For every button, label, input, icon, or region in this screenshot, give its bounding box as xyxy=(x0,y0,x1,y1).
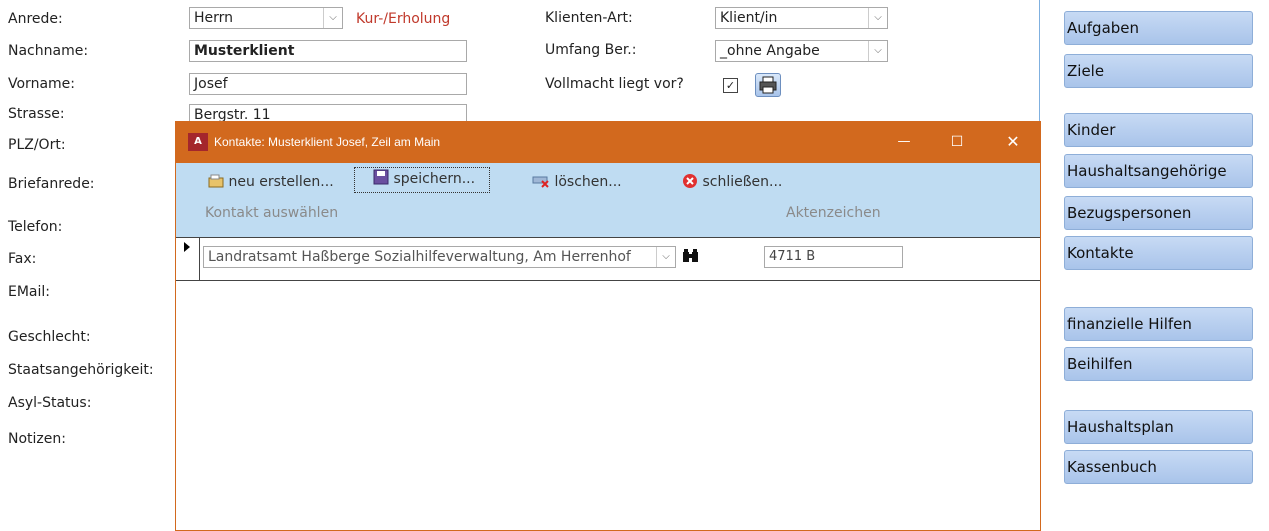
nav-haushaltsangehoerige-button[interactable]: Haushaltsangehörige xyxy=(1064,154,1253,188)
nav-finanzielle-hilfen-button[interactable]: finanzielle Hilfen xyxy=(1064,307,1253,341)
chevron-down-icon[interactable]: ⌵ xyxy=(868,8,887,28)
label-nachname: Nachname: xyxy=(8,43,89,59)
klienten-art-value: Klient/in xyxy=(720,10,778,26)
label-plz-ort: PLZ/Ort: xyxy=(8,137,66,153)
neu-erstellen-label: neu erstellen... xyxy=(228,174,334,190)
label-staatsangehoerigkeit: Staatsangehörigkeit: xyxy=(8,362,154,378)
chevron-down-icon[interactable]: ⌵ xyxy=(868,41,887,61)
minimize-button[interactable]: — xyxy=(892,130,916,154)
nachname-field[interactable]: Musterklient xyxy=(189,40,467,62)
klienten-art-select[interactable]: Klient/in ⌵ xyxy=(715,7,888,29)
strasse-field[interactable]: Bergstr. 11 xyxy=(189,104,467,122)
close-button[interactable]: ✕ xyxy=(1001,130,1025,154)
schliessen-label: schließen... xyxy=(702,174,783,190)
label-anrede: Anrede: xyxy=(8,11,63,27)
kur-erholung-link[interactable]: Kur-/Erholung xyxy=(356,11,450,27)
label-geschlecht: Geschlecht: xyxy=(8,329,91,345)
neu-erstellen-button[interactable]: neu erstellen... xyxy=(208,171,334,193)
dialog-toolbar: neu erstellen... speichern... löschen...… xyxy=(176,163,1040,237)
record-selector[interactable] xyxy=(176,238,200,280)
speichern-label: speichern... xyxy=(393,171,476,187)
dialog-title: Kontakte: Musterklient Josef, Zeil am Ma… xyxy=(214,135,441,149)
speichern-button[interactable]: speichern... xyxy=(354,167,491,193)
nav-kontakte-button[interactable]: Kontakte xyxy=(1064,236,1253,270)
header-kontakt: Kontakt auswählen xyxy=(205,205,339,221)
vorname-field[interactable]: Josef xyxy=(189,73,467,95)
print-button[interactable] xyxy=(755,73,781,97)
label-notizen: Notizen: xyxy=(8,431,66,447)
label-briefanrede: Briefanrede: xyxy=(8,176,95,192)
printer-icon xyxy=(759,76,777,94)
umfang-ber-value: _ohne Angabe xyxy=(720,43,820,59)
table-row: Landratsamt Haßberge Sozialhilfeverwaltu… xyxy=(176,237,1040,281)
loeschen-button[interactable]: löschen... xyxy=(532,171,622,193)
label-strasse: Strasse: xyxy=(8,106,65,122)
nav-bezugspersonen-button[interactable]: Bezugspersonen xyxy=(1064,196,1253,230)
label-umfang-ber: Umfang Ber.: xyxy=(545,42,637,58)
current-record-icon xyxy=(184,242,190,252)
maximize-button[interactable]: ☐ xyxy=(945,130,969,154)
label-email: EMail: xyxy=(8,284,50,300)
delete-record-icon xyxy=(532,176,549,188)
new-record-icon xyxy=(208,174,224,188)
aktenzeichen-field[interactable]: 4711 B xyxy=(764,246,903,268)
save-icon xyxy=(373,169,389,185)
chevron-down-icon[interactable]: ⌵ xyxy=(323,8,342,28)
vollmacht-checkbox[interactable]: ✓ xyxy=(723,78,738,93)
label-telefon: Telefon: xyxy=(8,219,63,235)
label-asyl-status: Asyl-Status: xyxy=(8,395,92,411)
nav-aufgaben-button[interactable]: Aufgaben xyxy=(1064,11,1253,45)
schliessen-button[interactable]: schließen... xyxy=(682,171,782,193)
umfang-ber-select[interactable]: _ohne Angabe ⌵ xyxy=(715,40,888,62)
label-vollmacht: Vollmacht liegt vor? xyxy=(545,76,684,92)
dialog-titlebar[interactable]: A Kontakte: Musterklient Josef, Zeil am … xyxy=(176,122,1040,163)
chevron-down-icon[interactable]: ⌵ xyxy=(656,247,675,267)
kontakt-value: Landratsamt Haßberge Sozialhilfeverwaltu… xyxy=(208,249,631,265)
anrede-value: Herrn xyxy=(194,10,234,26)
nav-kinder-button[interactable]: Kinder xyxy=(1064,113,1253,147)
nav-beihilfen-button[interactable]: Beihilfen xyxy=(1064,347,1253,381)
header-aktenzeichen: Aktenzeichen xyxy=(786,205,881,221)
access-app-icon: A xyxy=(188,133,208,151)
binoculars-svg xyxy=(683,249,698,262)
nav-kassenbuch-button[interactable]: Kassenbuch xyxy=(1064,450,1253,484)
nav-ziele-button[interactable]: Ziele xyxy=(1064,54,1253,88)
loeschen-label: löschen... xyxy=(554,174,622,190)
label-vorname: Vorname: xyxy=(8,76,75,92)
nav-haushaltsplan-button[interactable]: Haushaltsplan xyxy=(1064,410,1253,444)
kontakt-select[interactable]: Landratsamt Haßberge Sozialhilfeverwaltu… xyxy=(203,246,676,268)
binoculars-icon[interactable] xyxy=(681,248,701,266)
close-circle-icon xyxy=(683,174,697,188)
label-klienten-art: Klienten-Art: xyxy=(545,10,633,26)
anrede-select[interactable]: Herrn ⌵ xyxy=(189,7,343,29)
label-fax: Fax: xyxy=(8,251,37,267)
kontakte-dialog: A Kontakte: Musterklient Josef, Zeil am … xyxy=(175,121,1041,531)
